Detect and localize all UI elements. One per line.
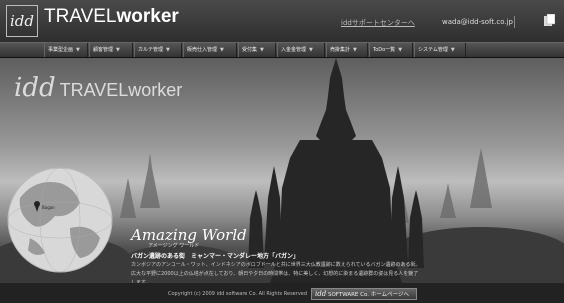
nav-label: カルテ管理 xyxy=(138,47,164,53)
main-nav: 事業型企画 ▼ 顧客管理 ▼ カルテ管理 ▼ 販売仕入管理 ▼ 受付集 ▼ 入金金管理 ▼ … xyxy=(0,42,564,58)
nav-label: ToDo一覧 xyxy=(373,47,396,53)
nav-label: 売掛集計 xyxy=(330,47,351,53)
brand-bold: worker xyxy=(116,6,179,27)
caption-body: カンボジアのアンコール・ワット、インドネシアのボロブドールと共に世界三大仏教遺跡… xyxy=(131,262,421,283)
divider xyxy=(514,16,515,28)
homepage-button[interactable]: idd SOFTWARE Co. ホームページへ xyxy=(311,288,417,300)
nav-label: 顧客管理 xyxy=(93,47,114,53)
footer: Copyright (c) 2009 idd software Co. All … xyxy=(0,283,564,303)
logo: idd xyxy=(6,5,38,37)
homepage-button-logo: idd xyxy=(315,290,327,298)
nav-item-records[interactable]: カルテ管理 ▼ xyxy=(134,43,182,57)
nav-item-payments[interactable]: 入金金管理 ▼ xyxy=(277,43,325,57)
nav-label: 入金金管理 xyxy=(281,47,307,53)
nav-item-sales-purchase[interactable]: 販売仕入管理 ▼ xyxy=(183,43,237,57)
hero-banner: idd TRAVELworker Bagan Amazing World アメージ… xyxy=(0,58,564,283)
hero-logo-mark: idd xyxy=(14,73,56,103)
chevron-down-icon: ▼ xyxy=(260,47,264,53)
chevron-down-icon: ▼ xyxy=(398,47,403,53)
amazing-world-subtitle: アメージング ワールド xyxy=(148,243,200,249)
hero-logo: idd TRAVELworker xyxy=(14,73,182,103)
chevron-down-icon: ▼ xyxy=(76,47,80,53)
header: idd TRAVELworker iddサポートセンターへ wada@idd-s… xyxy=(0,0,564,42)
nav-item-project[interactable]: 事業型企画 ▼ xyxy=(44,43,88,57)
hero-logo-text: TRAVELworker xyxy=(59,80,183,100)
chevron-down-icon: ▼ xyxy=(220,47,224,53)
chevron-down-icon: ▼ xyxy=(116,47,120,53)
nav-label: システム管理 xyxy=(418,47,448,53)
nav-item-system[interactable]: システム管理 ▼ xyxy=(414,43,466,57)
nav-label: 事業型企画 xyxy=(48,47,74,53)
globe-icon xyxy=(7,167,113,273)
brand-light: TRAVEL xyxy=(44,6,117,27)
nav-item-reception[interactable]: 受付集 ▼ xyxy=(238,43,276,57)
nav-label: 受付集 xyxy=(242,47,258,53)
map-location-label: Bagan xyxy=(42,205,55,210)
nav-item-receivables[interactable]: 売掛集計 ▼ xyxy=(326,43,368,57)
nav-item-todo[interactable]: ToDo一覧 ▼ xyxy=(369,43,413,57)
document-icon[interactable] xyxy=(544,14,555,27)
chevron-down-icon: ▼ xyxy=(353,47,357,53)
copyright-text: Copyright (c) 2009 idd software Co. All … xyxy=(168,291,308,297)
app-frame: idd TRAVELworker iddサポートセンターへ wada@idd-s… xyxy=(0,0,564,303)
chevron-down-icon: ▼ xyxy=(309,47,313,53)
chevron-down-icon: ▼ xyxy=(166,47,170,53)
nav-label: 販売仕入管理 xyxy=(187,47,218,53)
support-center-link[interactable]: iddサポートセンターへ xyxy=(341,18,415,28)
chevron-down-icon: ▼ xyxy=(450,47,455,53)
homepage-button-label: SOFTWARE Co. ホームページへ xyxy=(327,292,409,298)
nav-item-customers[interactable]: 顧客管理 ▼ xyxy=(89,43,133,57)
brand-title: TRAVELworker xyxy=(44,6,179,28)
user-email: wada@idd-soft.co.jp xyxy=(442,18,513,26)
caption-title: バガン遺跡のある街 ミャンマー・マンダレー地方「バガン」 xyxy=(131,253,300,260)
